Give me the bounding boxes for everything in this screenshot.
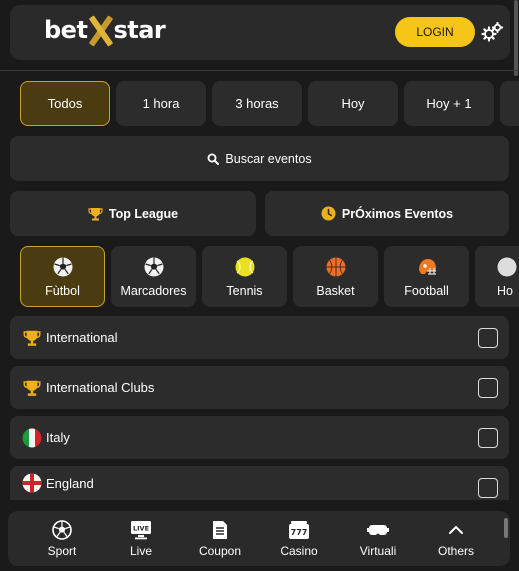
nav-sport-label: Sport — [47, 544, 77, 558]
search-label: Buscar eventos — [225, 151, 312, 166]
vr-headset-icon — [367, 519, 389, 541]
sport-tile-tennis[interactable]: Tennis — [202, 246, 287, 307]
sport-tile-futbol[interactable]: Fùtbol — [20, 246, 105, 307]
upcoming-events-label: PrÓximos Eventos — [341, 206, 454, 221]
nav-sport[interactable]: Sport — [26, 511, 98, 566]
sport-label-football: Football — [404, 283, 449, 298]
italy-flag-icon — [22, 428, 42, 448]
england-flag-icon — [22, 473, 42, 493]
logo-x-mark — [88, 16, 112, 44]
tennis-ball-icon — [235, 256, 255, 278]
league-row-italy[interactable]: Italy — [10, 416, 509, 459]
chevron-up-icon — [448, 519, 464, 541]
league-row-england[interactable]: England — [10, 466, 509, 500]
league-row-international[interactable]: International — [10, 316, 509, 359]
league-checkbox[interactable] — [478, 377, 498, 398]
league-name: Italy — [46, 430, 70, 445]
sport-label-basket: Basket — [316, 283, 355, 298]
soccer-ball-icon — [52, 519, 72, 541]
login-button[interactable]: LOGIN — [395, 17, 475, 47]
top-league-button[interactable]: Top League — [10, 191, 256, 236]
league-name: International Clubs — [46, 380, 155, 395]
scrollbar[interactable] — [514, 0, 518, 76]
time-filter-1-hora[interactable]: 1 hora — [116, 81, 206, 126]
scrollbar[interactable] — [504, 518, 508, 538]
league-checkbox[interactable] — [478, 327, 498, 348]
bottom-navigation: Sport LIVE Live Coupon 777 Casino Virtua… — [8, 511, 510, 566]
settings-gear-icon[interactable] — [481, 22, 503, 42]
clock-icon — [321, 206, 336, 221]
time-filter-next[interactable] — [500, 81, 519, 126]
nav-casino-label: Casino — [280, 544, 318, 558]
page: bet star LOGIN Todos 1 hora 3 horas Hoy H… — [0, 0, 519, 571]
time-filter-hoy-plus-1[interactable]: Hoy + 1 — [404, 81, 494, 126]
league-row-international-clubs[interactable]: International Clubs — [10, 366, 509, 409]
sport-label-hockey: Ho — [497, 283, 513, 298]
nav-others[interactable]: Others — [420, 511, 492, 566]
league-checkbox[interactable] — [478, 478, 498, 498]
soccer-ball-icon — [144, 256, 164, 278]
nav-virtuali[interactable]: Virtuali — [342, 511, 414, 566]
trophy-icon — [22, 378, 42, 398]
nav-live[interactable]: LIVE Live — [105, 511, 177, 566]
live-tv-icon: LIVE — [130, 519, 152, 541]
sport-label-marcadores: Marcadores — [120, 283, 187, 298]
sport-label-futbol: Fùtbol — [45, 283, 80, 298]
top-league-label: Top League — [108, 206, 179, 221]
nav-live-label: Live — [129, 544, 152, 558]
football-helmet-icon — [416, 256, 438, 278]
nav-virtuali-label: Virtuali — [359, 544, 397, 558]
sport-tile-marcadores[interactable]: Marcadores — [111, 246, 196, 307]
basketball-icon — [326, 256, 346, 278]
upcoming-events-button[interactable]: PrÓximos Eventos — [265, 191, 509, 236]
sport-tile-football[interactable]: Football — [384, 246, 469, 307]
nav-coupon-label: Coupon — [198, 544, 242, 558]
nav-coupon[interactable]: Coupon — [184, 511, 256, 566]
svg-text:777: 777 — [291, 528, 308, 537]
search-icon — [207, 153, 220, 165]
sport-tile-hockey[interactable]: Ho — [475, 246, 519, 307]
nav-casino[interactable]: 777 Casino — [263, 511, 335, 566]
hockey-icon — [497, 256, 517, 278]
league-checkbox[interactable] — [478, 427, 498, 448]
soccer-ball-icon — [53, 256, 73, 278]
app-header: bet star LOGIN — [10, 5, 510, 60]
nav-others-label: Others — [437, 544, 474, 558]
time-filter-3-horas[interactable]: 3 horas — [212, 81, 302, 126]
search-events-button[interactable]: Buscar eventos — [10, 136, 509, 181]
betxstar-logo[interactable]: bet star — [44, 16, 166, 44]
time-filter-hoy[interactable]: Hoy — [308, 81, 398, 126]
time-filter-todos[interactable]: Todos — [20, 81, 110, 126]
svg-text:LIVE: LIVE — [133, 525, 149, 533]
header-divider — [0, 70, 519, 71]
sport-label-tennis: Tennis — [226, 283, 263, 298]
coupon-icon — [211, 519, 229, 541]
slot-machine-icon: 777 — [288, 519, 310, 541]
trophy-icon — [88, 207, 103, 221]
trophy-icon — [22, 328, 42, 348]
league-name: International — [46, 330, 118, 345]
sport-tile-basket[interactable]: Basket — [293, 246, 378, 307]
league-name: England — [46, 475, 94, 491]
